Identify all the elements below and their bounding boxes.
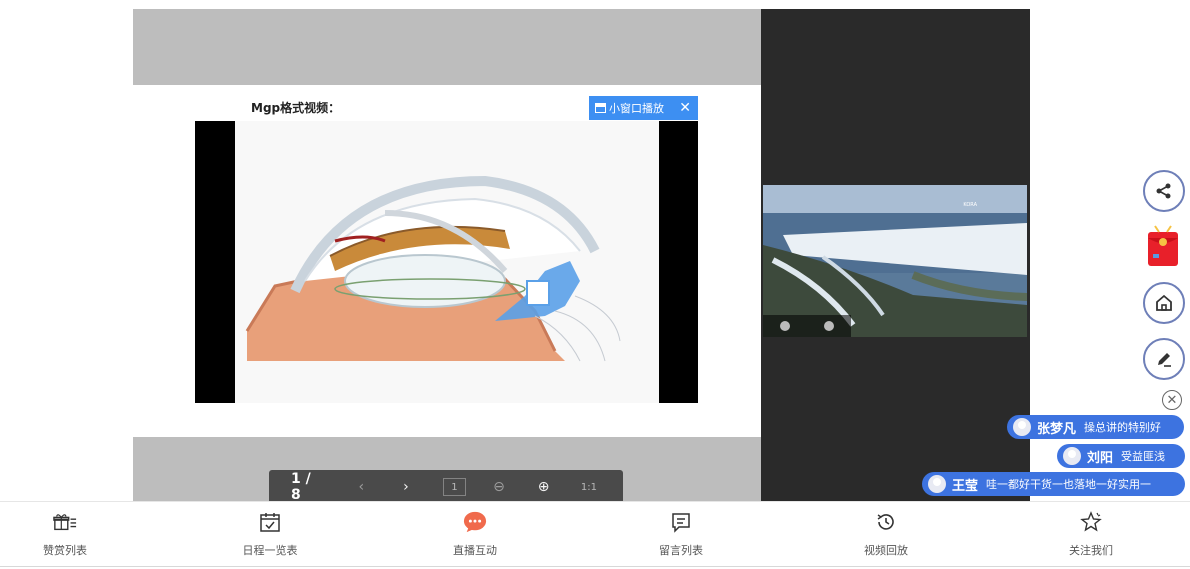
gift-list-icon: [53, 510, 77, 534]
close-icon[interactable]: ✕: [679, 100, 691, 116]
prev-page-button[interactable]: ‹: [354, 479, 369, 495]
follow-star-icon: [1079, 510, 1103, 534]
next-page-button[interactable]: ›: [399, 479, 414, 495]
live-page: Mgp格式视频： 小窗口播放 ✕ 1 / 8 ‹ › 1 ⊖ ⊕ 1:1 KOR…: [0, 0, 1190, 569]
danmu-item: 张梦凡 操总讲的特别好: [1007, 415, 1184, 439]
edit-button[interactable]: [1143, 338, 1185, 380]
danmu-message: 操总讲的特别好: [1084, 421, 1162, 434]
pencil-icon: [1158, 353, 1171, 367]
nav-label: 日程一览表: [242, 544, 298, 557]
share-button[interactable]: [1143, 170, 1185, 212]
presentation-stage: Mgp格式视频： 小窗口播放 ✕ 1 / 8 ‹ › 1 ⊖ ⊕ 1:1: [133, 9, 761, 504]
nav-follow-us[interactable]: 关注我们: [1041, 510, 1141, 558]
bottom-nav: 赞赏列表 日程一览表 直播互动 留言列表 视频回放 关注我们: [0, 501, 1190, 567]
slide: Mgp格式视频： 小窗口播放 ✕: [133, 85, 761, 437]
home-icon: [1156, 294, 1172, 311]
share-icon: [1156, 183, 1171, 199]
avatar: [928, 475, 946, 493]
zoom-in-button[interactable]: ⊕: [536, 479, 551, 495]
nav-schedule[interactable]: 日程一览表: [220, 510, 320, 558]
mini-window-button[interactable]: 小窗口播放 ✕: [589, 96, 698, 120]
message-list-icon: [669, 510, 693, 534]
avatar: [1013, 418, 1031, 436]
danmu-message: 受益匪浅: [1121, 450, 1166, 463]
calendar-icon: [258, 510, 282, 534]
home-button[interactable]: [1143, 282, 1185, 324]
actual-size-button[interactable]: 1:1: [581, 478, 597, 496]
camera-icon[interactable]: [824, 321, 834, 331]
video-player[interactable]: [195, 121, 698, 403]
nav-label: 留言列表: [659, 544, 703, 557]
danmu-item: 王莹 哇一都好干货一也落地一好实用一: [922, 472, 1185, 496]
mini-window-label: 小窗口播放: [609, 102, 664, 115]
chat-bubble-icon: [463, 510, 487, 534]
danmu-name: 王莹: [952, 478, 979, 494]
camera-feed[interactable]: KORA: [763, 185, 1027, 337]
nav-live-interaction[interactable]: 直播互动: [425, 510, 525, 558]
nav-label: 视频回放: [864, 544, 908, 557]
replay-clock-icon: [874, 510, 898, 534]
slide-pager: 1 / 8 ‹ › 1 ⊖ ⊕ 1:1: [269, 470, 623, 504]
danmu-item: 刘阳 受益匪浅: [1057, 444, 1185, 468]
close-danmu-button[interactable]: ✕: [1162, 390, 1182, 410]
nav-label: 关注我们: [1069, 544, 1113, 557]
nav-message-list[interactable]: 留言列表: [631, 510, 731, 558]
red-packet-icon[interactable]: [1145, 224, 1181, 268]
camera-panel: KORA: [761, 9, 1030, 501]
nav-label: 赞赏列表: [43, 544, 87, 557]
danmu-message: 哇一都好干货一也落地一好实用一: [986, 478, 1152, 491]
camera-controls: [763, 315, 851, 337]
page-indicator: 1 / 8: [291, 471, 311, 503]
nav-reward-list[interactable]: 赞赏列表: [15, 510, 115, 558]
slide-title: Mgp格式视频：: [251, 101, 341, 115]
nav-video-replay[interactable]: 视频回放: [836, 510, 936, 558]
danmu-name: 张梦凡: [1037, 421, 1077, 437]
mini-window-icon: [595, 103, 606, 113]
nav-label: 直播互动: [453, 544, 497, 557]
mic-icon[interactable]: [780, 321, 790, 331]
fit-page-button[interactable]: 1: [443, 478, 466, 496]
avatar: [1063, 447, 1081, 465]
danmu-name: 刘阳: [1087, 450, 1114, 466]
camera-watermark: KORA: [963, 202, 977, 208]
eye-anatomy-image: [235, 121, 659, 403]
zoom-out-button[interactable]: ⊖: [492, 479, 507, 495]
